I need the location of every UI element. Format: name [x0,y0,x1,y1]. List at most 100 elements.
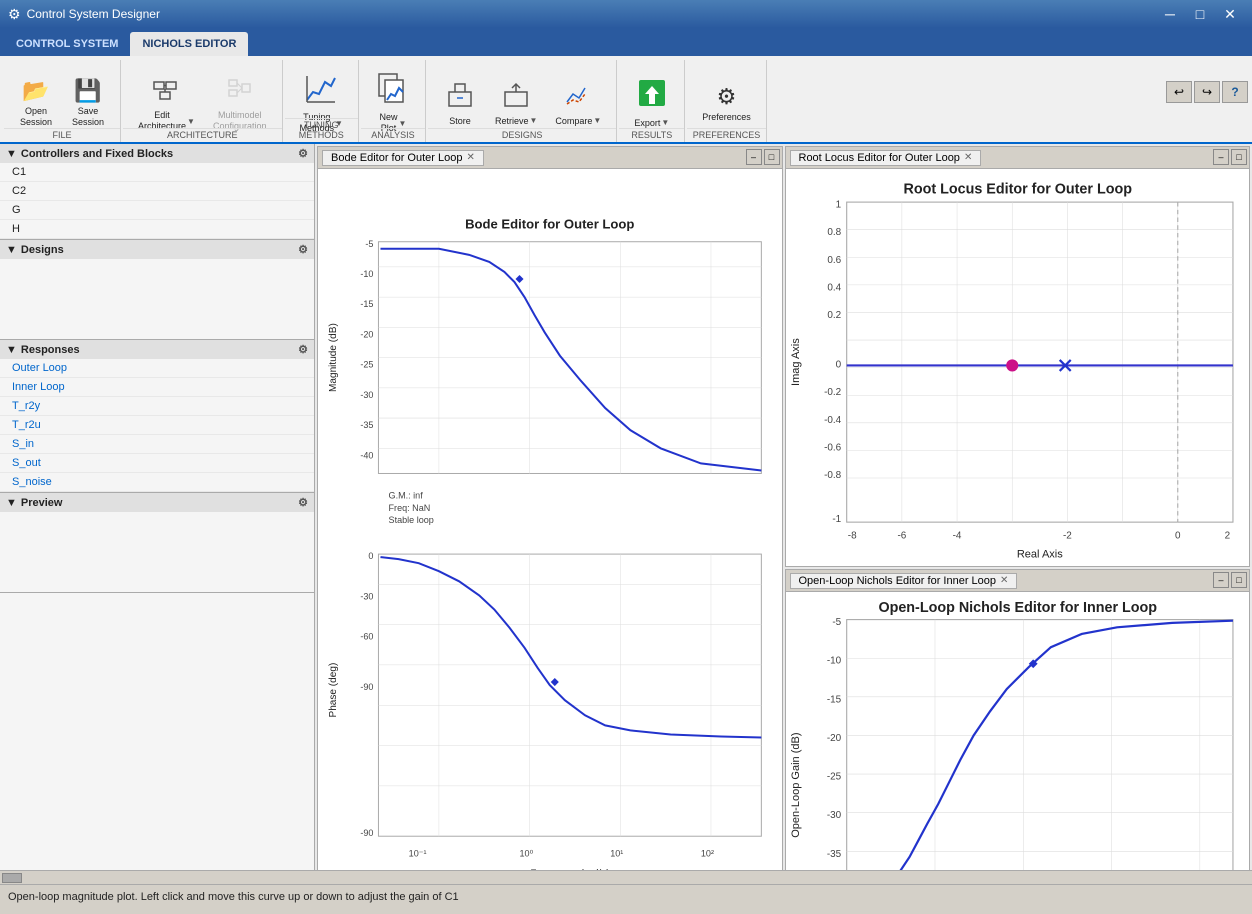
rl-maximize-btn[interactable]: □ [1231,149,1247,165]
bode-svg[interactable]: Bode Editor for Outer Loop [318,169,782,870]
responses-header[interactable]: ▼ Responses ⚙ [0,340,314,359]
bode-maximize-btn[interactable]: □ [764,149,780,165]
sidebar-item-c2[interactable]: C2 [0,182,314,201]
scroll-bar[interactable] [0,870,1252,884]
svg-text:-30: -30 [360,390,373,400]
svg-text:-0.6: -0.6 [824,442,842,453]
close-button[interactable]: ✕ [1216,0,1244,28]
bode-tab-bar: Bode Editor for Outer Loop ✕ – □ [318,147,782,169]
tab-control-system[interactable]: CONTROL SYSTEM [4,32,130,56]
bode-minimize-btn[interactable]: – [746,149,762,165]
bode-xlabel: Frequency (rad/s) [530,869,609,870]
new-plot-icon [377,72,409,110]
designs-section: ▼ Designs ⚙ [0,240,314,340]
svg-text:-6: -6 [897,531,906,542]
root-locus-tab[interactable]: Root Locus Editor for Outer Loop ✕ [790,150,982,166]
nichols-close-icon[interactable]: ✕ [1000,575,1008,586]
tab-bar: CONTROL SYSTEM NICHOLS EDITOR [0,28,1252,56]
svg-text:1: 1 [835,200,841,211]
controllers-expand-arrow: ▼ [6,148,17,160]
bode-close-icon[interactable]: ✕ [466,152,474,163]
preferences-button[interactable]: ⚙ Preferences [695,79,758,128]
nichols-maximize-btn[interactable]: □ [1231,572,1247,588]
save-session-button[interactable]: 💾 SaveSession [64,73,112,133]
svg-text:10¹: 10¹ [610,848,623,858]
export-button[interactable]: Export ▼ [627,73,676,134]
root-locus-svg[interactable]: Root Locus Editor for Outer Loop [786,169,1250,566]
sidebar-item-inner-loop[interactable]: Inner Loop [0,378,314,397]
sidebar-item-tr2y[interactable]: T_r2y [0,397,314,416]
results-group-label: RESULTS [619,128,684,140]
controllers-section: ▼ Controllers and Fixed Blocks ⚙ C1 C2 G… [0,144,314,240]
responses-items: Outer Loop Inner Loop T_r2y T_r2u S_in S… [0,359,314,492]
sidebar-item-c1[interactable]: C1 [0,163,314,182]
compare-button[interactable]: Compare ▼ [548,75,608,132]
architecture-group-label: ARCHITECTURE [123,128,282,140]
edit-architecture-arrow: ▼ [187,117,195,126]
window-controls: ─ □ ✕ [1156,0,1244,28]
svg-text:-0.4: -0.4 [824,415,842,426]
sidebar-item-tr2u[interactable]: T_r2u [0,416,314,435]
nichols-minimize-btn[interactable]: – [1213,572,1229,588]
svg-text:0.6: 0.6 [827,255,841,266]
bode-phase-yticks: 0 -30 -60 -90 [360,551,373,692]
open-session-button[interactable]: 📂 OpenSession [12,73,60,133]
help-button[interactable]: ? [1222,81,1248,103]
rl-yticks: 1 0.8 0.6 0.4 0.2 0 -0.2 -0.4 -0.6 -0.8 … [824,200,842,526]
svg-text:-60: -60 [360,632,373,642]
preferences-group-label: PREFERENCES [687,128,766,140]
responses-settings-icon[interactable]: ⚙ [298,343,308,356]
rl-panel-controls: – □ [1213,149,1247,165]
designs-settings-icon[interactable]: ⚙ [298,243,308,256]
designs-header[interactable]: ▼ Designs ⚙ [0,240,314,259]
store-button[interactable]: Store [436,75,484,132]
maximize-button[interactable]: □ [1186,0,1214,28]
sidebar-item-outer-loop[interactable]: Outer Loop [0,359,314,378]
svg-text:10²: 10² [701,848,714,858]
rl-zero-marker [1006,360,1017,371]
nichols-tab[interactable]: Open-Loop Nichols Editor for Inner Loop … [790,573,1018,589]
rl-xticks: -8 -6 -4 -2 0 2 [847,531,1230,542]
svg-text:-25: -25 [826,772,841,783]
preview-settings-icon[interactable]: ⚙ [298,496,308,509]
svg-text:0.2: 0.2 [827,310,841,321]
preview-header[interactable]: ▼ Preview ⚙ [0,493,314,512]
tab-nichols-editor[interactable]: NICHOLS EDITOR [130,32,248,56]
svg-text:-2: -2 [1062,531,1071,542]
controllers-settings-icon[interactable]: ⚙ [298,147,308,160]
ribbon-group-tuning: TuningMethods ▼ TUNING METHODS [285,60,359,142]
controllers-header[interactable]: ▼ Controllers and Fixed Blocks ⚙ [0,144,314,163]
undo-button[interactable]: ↩ [1166,81,1192,103]
minimize-button[interactable]: ─ [1156,0,1184,28]
edit-architecture-button[interactable]: EditArchitecture ▼ [131,69,202,137]
sidebar-item-snoise[interactable]: S_noise [0,473,314,492]
sidebar-item-sout[interactable]: S_out [0,454,314,473]
bode-tab[interactable]: Bode Editor for Outer Loop ✕ [322,150,484,166]
rl-minimize-btn[interactable]: – [1213,149,1229,165]
rl-plot-area [846,202,1232,522]
controllers-label: Controllers and Fixed Blocks [21,148,173,160]
svg-text:-40: -40 [360,450,373,460]
save-session-icon: 💾 [74,78,101,104]
sidebar-item-sin[interactable]: S_in [0,435,314,454]
retrieve-button[interactable]: Retrieve ▼ [488,75,544,132]
export-arrow: ▼ [661,118,669,127]
svg-text:-8: -8 [847,531,856,542]
root-locus-tab-label: Root Locus Editor for Outer Loop [799,152,960,164]
ribbon-group-preferences: ⚙ Preferences PREFERENCES [687,60,767,142]
bode-editor-panel: Bode Editor for Outer Loop ✕ – □ Bode Ed… [317,146,783,870]
svg-text:-0.2: -0.2 [824,387,842,398]
nichols-svg[interactable]: Open-Loop Nichols Editor for Inner Loop [786,592,1250,870]
preferences-label: Preferences [702,112,751,123]
scroll-thumb[interactable] [2,873,22,883]
redo-button[interactable]: ↪ [1194,81,1220,103]
app-title: Control System Designer [27,7,160,21]
export-icon [637,78,667,116]
root-locus-close-icon[interactable]: ✕ [964,152,972,163]
sidebar-item-g[interactable]: G [0,201,314,220]
sidebar-item-h[interactable]: H [0,220,314,239]
svg-text:0.4: 0.4 [827,282,841,293]
preferences-icon: ⚙ [717,84,737,110]
bode-panel-controls: – □ [746,149,780,165]
ribbon-group-results: Export ▼ RESULTS [619,60,685,142]
